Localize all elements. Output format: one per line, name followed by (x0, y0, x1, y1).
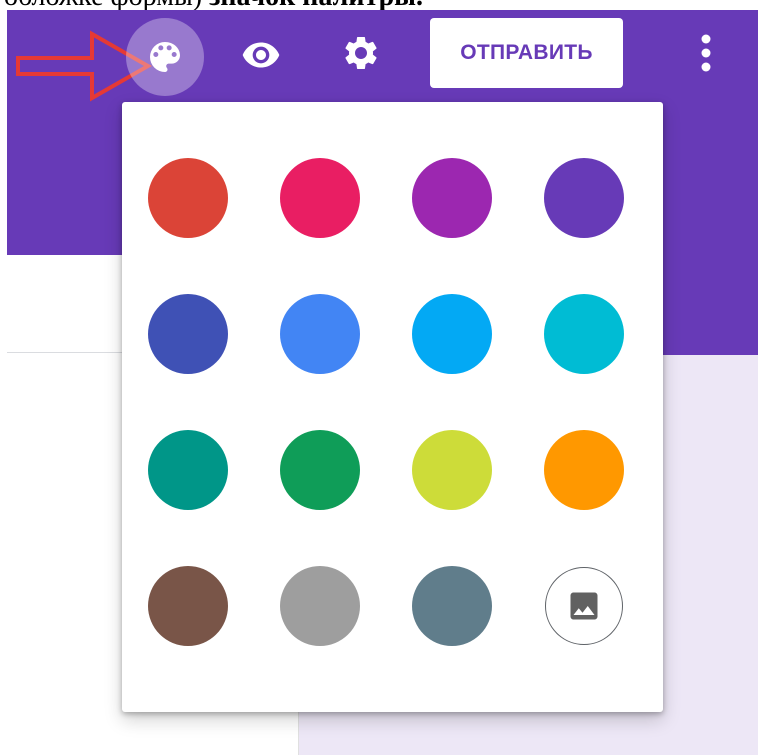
color-swatch[interactable] (412, 294, 492, 374)
preview-button[interactable] (236, 30, 286, 80)
color-swatch[interactable] (148, 294, 228, 374)
palette-icon (150, 42, 180, 72)
color-swatch[interactable] (544, 430, 624, 510)
theme-color-palette (122, 102, 663, 712)
color-swatch[interactable] (280, 158, 360, 238)
color-swatch[interactable] (148, 566, 228, 646)
color-swatch[interactable] (280, 294, 360, 374)
image-icon (570, 592, 598, 620)
color-swatch[interactable] (148, 430, 228, 510)
more-options-button[interactable] (688, 28, 724, 78)
color-swatch[interactable] (412, 566, 492, 646)
divider (7, 352, 122, 353)
form-header-band (660, 255, 758, 355)
send-button[interactable]: ОТПРАВИТЬ (430, 18, 623, 88)
color-swatch[interactable] (544, 294, 624, 374)
color-swatch[interactable] (412, 430, 492, 510)
color-swatch[interactable] (148, 158, 228, 238)
eye-icon (242, 42, 280, 68)
gear-icon (345, 36, 377, 69)
color-swatch[interactable] (280, 566, 360, 646)
form-card-edge (298, 710, 299, 755)
settings-button[interactable] (336, 28, 386, 78)
more-vert-icon (701, 34, 711, 72)
customize-theme-button[interactable] (126, 18, 204, 96)
color-swatch[interactable] (280, 430, 360, 510)
color-swatch[interactable] (412, 158, 492, 238)
color-swatch[interactable] (544, 158, 624, 238)
choose-image-button[interactable] (545, 567, 623, 645)
